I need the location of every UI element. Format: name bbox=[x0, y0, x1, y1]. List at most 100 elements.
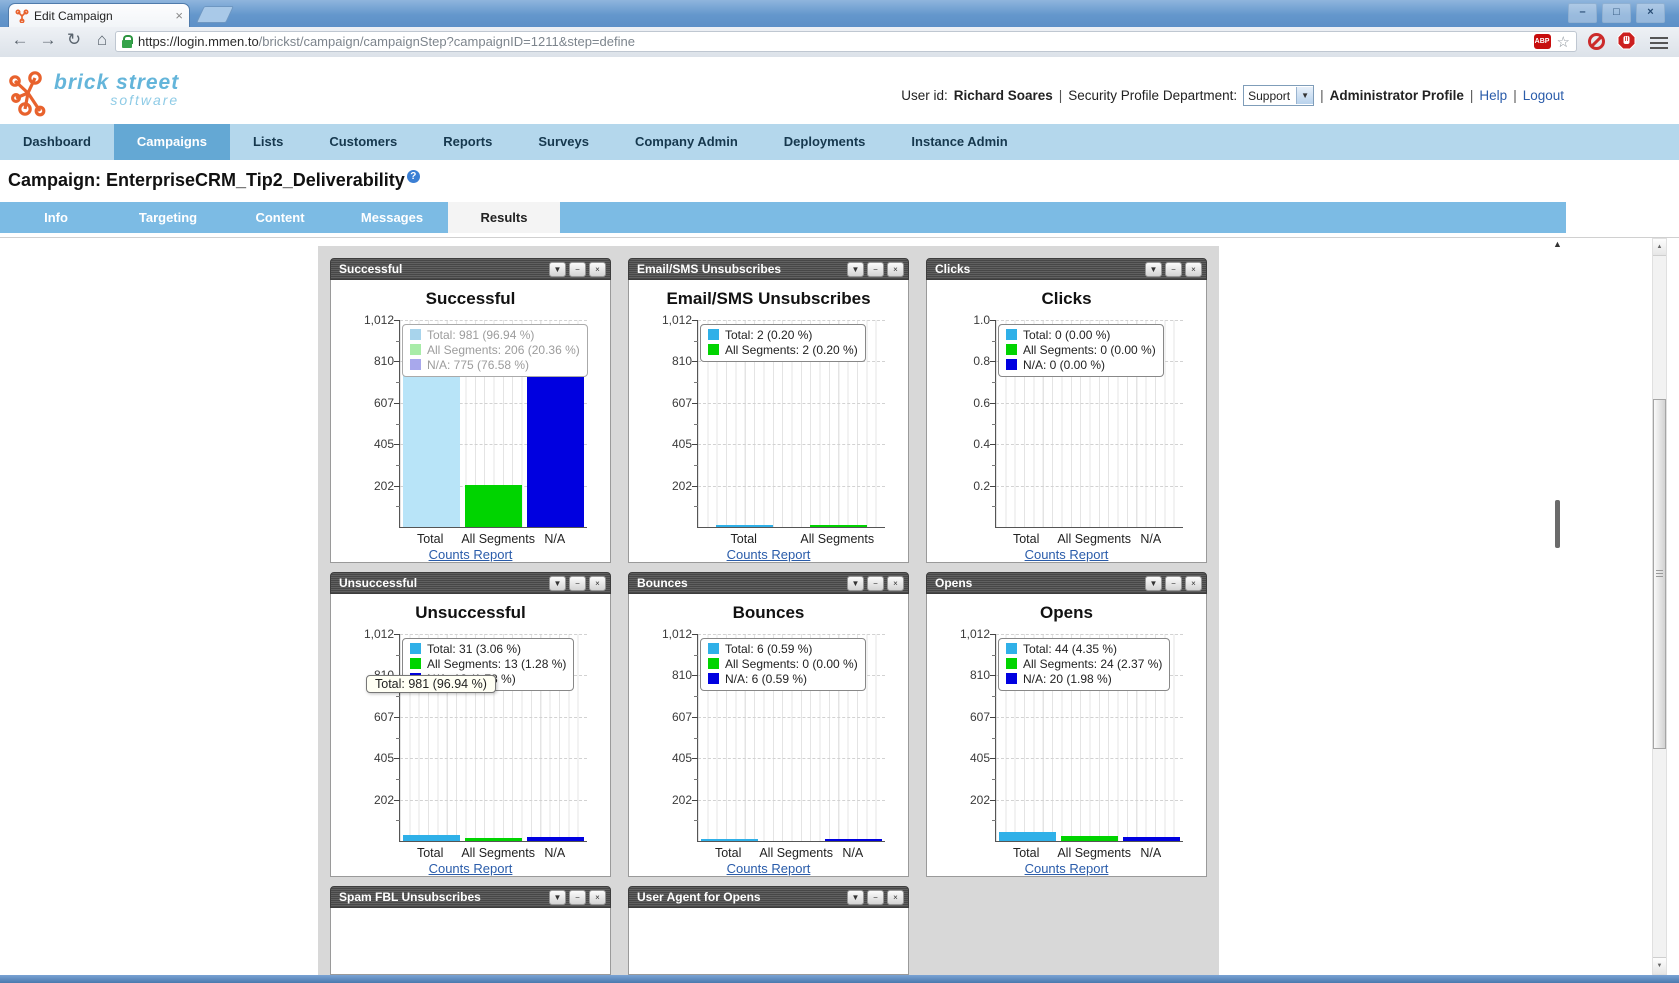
bar-n-a[interactable] bbox=[1123, 837, 1180, 841]
panel-close-button[interactable]: × bbox=[887, 890, 904, 905]
panel-minimize-button[interactable]: − bbox=[867, 576, 884, 591]
browser-toolbar: ← → ↻ ⌂ https://login.mmen.to /brickst/c… bbox=[0, 27, 1679, 58]
tab-content[interactable]: Content bbox=[224, 202, 336, 233]
tab-targeting[interactable]: Targeting bbox=[112, 202, 224, 233]
panel-close-button[interactable]: × bbox=[887, 576, 904, 591]
bar-n-a[interactable] bbox=[527, 368, 584, 527]
content-scroll-up-icon[interactable]: ▲ bbox=[1553, 239, 1562, 249]
panel-close-button[interactable]: × bbox=[1185, 576, 1202, 591]
window-minimize-button[interactable]: – bbox=[1568, 3, 1597, 23]
panel-close-button[interactable]: × bbox=[589, 890, 606, 905]
tab-close-icon[interactable]: × bbox=[175, 8, 183, 23]
panel-collapse-button[interactable]: ▼ bbox=[847, 262, 864, 277]
counts-report-link[interactable]: Counts Report bbox=[629, 547, 908, 562]
legend-label: All Segments: 206 (20.36 %) bbox=[427, 343, 580, 357]
panel-minimize-button[interactable]: − bbox=[867, 262, 884, 277]
panel-header[interactable]: Opens▼−× bbox=[926, 572, 1207, 594]
panel-header[interactable]: Email/SMS Unsubscribes▼−× bbox=[628, 258, 909, 280]
counts-report-link[interactable]: Counts Report bbox=[331, 547, 610, 562]
help-link[interactable]: Help bbox=[1479, 88, 1507, 103]
nav-item-reports[interactable]: Reports bbox=[420, 124, 515, 160]
new-tab-button[interactable] bbox=[196, 6, 234, 23]
scrollbar-thumb[interactable] bbox=[1653, 399, 1666, 749]
scrollbar-down-icon[interactable]: ▼ bbox=[1653, 957, 1666, 974]
bar-all-segments[interactable] bbox=[465, 485, 522, 527]
tab-results[interactable]: Results bbox=[448, 202, 560, 233]
bar-all-segments[interactable] bbox=[810, 525, 867, 527]
panel-header[interactable]: Unsuccessful▼−× bbox=[330, 572, 611, 594]
panel-header[interactable]: Spam FBL Unsubscribes▼−× bbox=[330, 886, 611, 908]
home-icon[interactable]: ⌂ bbox=[90, 30, 114, 50]
panel-header-title: Opens bbox=[927, 576, 1145, 590]
panel-close-button[interactable]: × bbox=[1185, 262, 1202, 277]
panel-collapse-button[interactable]: ▼ bbox=[549, 890, 566, 905]
panel-header[interactable]: Bounces▼−× bbox=[628, 572, 909, 594]
bookmark-star-icon[interactable]: ☆ bbox=[1557, 33, 1570, 51]
window-maximize-button[interactable]: □ bbox=[1602, 3, 1631, 23]
panel-minimize-button[interactable]: − bbox=[569, 890, 586, 905]
counts-report-link[interactable]: Counts Report bbox=[927, 547, 1206, 562]
bar-n-a[interactable] bbox=[825, 839, 882, 841]
bar-total[interactable] bbox=[701, 839, 758, 841]
help-icon[interactable]: ? bbox=[407, 170, 420, 183]
panel-close-button[interactable]: × bbox=[589, 262, 606, 277]
panel-close-button[interactable]: × bbox=[589, 576, 606, 591]
browser-tab[interactable]: Edit Campaign × bbox=[8, 3, 190, 27]
bar-total[interactable] bbox=[999, 832, 1056, 841]
tab-info[interactable]: Info bbox=[0, 202, 112, 233]
panel-header[interactable]: Successful▼−× bbox=[330, 258, 611, 280]
nav-item-lists[interactable]: Lists bbox=[230, 124, 306, 160]
panel-header[interactable]: Clicks▼−× bbox=[926, 258, 1207, 280]
security-profile-select[interactable]: Support ▼ bbox=[1243, 85, 1314, 106]
legend-label: N/A: 20 (1.98 %) bbox=[1023, 672, 1112, 686]
window-close-button[interactable]: × bbox=[1636, 3, 1665, 23]
panel-collapse-button[interactable]: ▼ bbox=[847, 576, 864, 591]
counts-report-link[interactable]: Counts Report bbox=[629, 861, 908, 876]
panel-collapse-button[interactable]: ▼ bbox=[1145, 576, 1162, 591]
content-scrollbar-thumb[interactable] bbox=[1555, 500, 1560, 548]
bar-total[interactable] bbox=[716, 525, 773, 527]
bar-all-segments[interactable] bbox=[1061, 836, 1118, 841]
forward-icon[interactable]: → bbox=[36, 30, 60, 50]
nav-item-customers[interactable]: Customers bbox=[306, 124, 420, 160]
panel-close-button[interactable]: × bbox=[887, 262, 904, 277]
legend-swatch-icon bbox=[1006, 673, 1017, 684]
panel-header[interactable]: User Agent for Opens▼−× bbox=[628, 886, 909, 908]
counts-report-link[interactable]: Counts Report bbox=[331, 861, 610, 876]
menu-icon[interactable] bbox=[1650, 34, 1670, 50]
stop-hand-icon[interactable] bbox=[1617, 31, 1636, 55]
logout-link[interactable]: Logout bbox=[1523, 88, 1564, 103]
panel-minimize-button[interactable]: − bbox=[569, 576, 586, 591]
url-bar[interactable]: https://login.mmen.to /brickst/campaign/… bbox=[115, 31, 1577, 52]
scrollbar-up-icon[interactable]: ▲ bbox=[1653, 239, 1666, 256]
tab-messages[interactable]: Messages bbox=[336, 202, 448, 233]
bar-n-a[interactable] bbox=[527, 837, 584, 841]
nav-item-company-admin[interactable]: Company Admin bbox=[612, 124, 761, 160]
reload-icon[interactable]: ↻ bbox=[62, 30, 86, 50]
panel-minimize-button[interactable]: − bbox=[569, 262, 586, 277]
panel-minimize-button[interactable]: − bbox=[1165, 262, 1182, 277]
nav-item-campaigns[interactable]: Campaigns bbox=[114, 124, 230, 160]
campaign-step-tabs: InfoTargetingContentMessagesResults bbox=[0, 202, 1566, 233]
adblock-icon[interactable]: ABP bbox=[1534, 34, 1551, 49]
block-icon[interactable] bbox=[1588, 33, 1605, 50]
panel-collapse-button[interactable]: ▼ bbox=[549, 576, 566, 591]
nav-item-instance-admin[interactable]: Instance Admin bbox=[888, 124, 1030, 160]
bar-all-segments[interactable] bbox=[465, 838, 522, 841]
panel-collapse-button[interactable]: ▼ bbox=[847, 890, 864, 905]
panel-minimize-button[interactable]: − bbox=[1165, 576, 1182, 591]
bar-total[interactable] bbox=[403, 835, 460, 841]
page-title: Campaign: EnterpriseCRM_Tip2_Deliverabil… bbox=[8, 170, 420, 191]
nav-item-dashboard[interactable]: Dashboard bbox=[0, 124, 114, 160]
y-axis-label: 607 bbox=[338, 710, 394, 724]
panel-collapse-button[interactable]: ▼ bbox=[549, 262, 566, 277]
panel-minimize-button[interactable]: − bbox=[867, 890, 884, 905]
back-icon[interactable]: ← bbox=[8, 30, 32, 50]
nav-item-surveys[interactable]: Surveys bbox=[515, 124, 612, 160]
nav-item-deployments[interactable]: Deployments bbox=[761, 124, 889, 160]
counts-report-link[interactable]: Counts Report bbox=[927, 861, 1206, 876]
panel-collapse-button[interactable]: ▼ bbox=[1145, 262, 1162, 277]
legend-swatch-icon bbox=[410, 344, 421, 355]
page-scrollbar[interactable]: ▲ ▼ bbox=[1652, 238, 1667, 975]
x-axis-label: Total bbox=[399, 846, 461, 860]
